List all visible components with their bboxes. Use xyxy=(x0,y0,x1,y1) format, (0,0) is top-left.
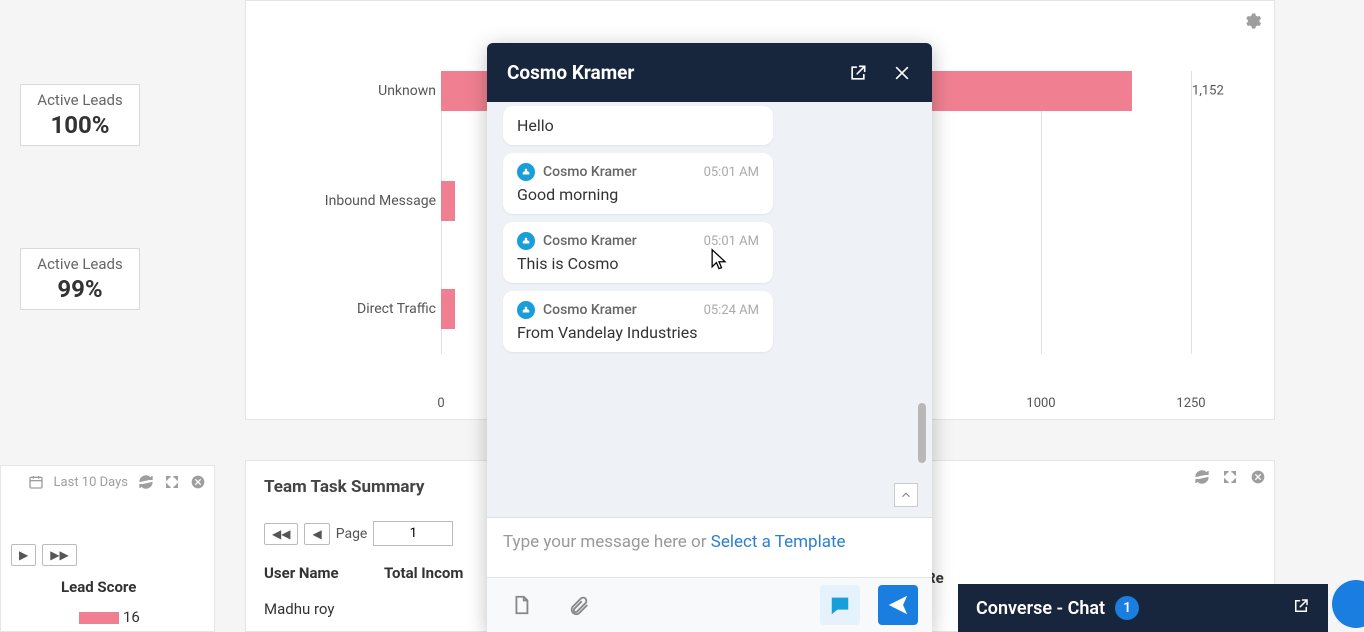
x-tick: 0 xyxy=(437,396,444,411)
message-text: Hello xyxy=(517,116,759,135)
close-icon[interactable] xyxy=(1250,469,1266,485)
col-user: User Name xyxy=(264,560,384,586)
cell-user: Madhu roy xyxy=(264,596,384,622)
legend-swatch xyxy=(79,612,119,624)
scrollbar[interactable] xyxy=(918,403,926,463)
kpi-label: Active Leads xyxy=(31,91,129,109)
card-toolbar: Last 10 Days xyxy=(28,474,206,490)
chat-actions xyxy=(487,577,932,632)
attachment-icon[interactable] xyxy=(559,585,599,625)
message-sender: Cosmo Kramer xyxy=(543,233,637,249)
avatar-icon xyxy=(517,163,535,181)
refresh-icon[interactable] xyxy=(1194,469,1210,485)
x-tick: 1250 xyxy=(1176,396,1205,411)
kpi-label: Active Leads xyxy=(31,255,129,273)
chat-input[interactable]: Type your message here or Select a Templ… xyxy=(487,517,932,577)
chat-message: Cosmo Kramer 05:24 AM From Vandelay Indu… xyxy=(503,291,773,352)
leadscore-legend: 16 xyxy=(79,608,140,626)
converse-bar[interactable]: Converse - Chat 1 xyxy=(958,584,1328,632)
chart-category: Direct Traffic xyxy=(256,301,436,317)
popout-icon[interactable] xyxy=(1292,597,1310,620)
avatar-icon xyxy=(517,301,535,319)
kpi-active-leads-1: Active Leads 100% xyxy=(20,84,140,146)
nav-buttons: ▶ ▶▶ xyxy=(11,544,77,566)
chat-message: Cosmo Kramer 05:01 AM This is Cosmo xyxy=(503,222,773,283)
kpi-value: 100% xyxy=(31,111,129,139)
select-template-link[interactable]: Select a Template xyxy=(711,532,846,552)
chat-bubble-icon[interactable] xyxy=(820,585,860,625)
gridline xyxy=(1191,71,1192,354)
chat-message: Hello xyxy=(503,106,773,145)
gridline xyxy=(1041,71,1042,354)
page-first-button[interactable]: ◀◀ xyxy=(264,523,298,545)
message-sender: Cosmo Kramer xyxy=(543,302,637,318)
popout-icon[interactable] xyxy=(848,63,868,83)
message-text: Good morning xyxy=(517,185,759,204)
cursor-icon xyxy=(710,248,728,276)
page-input[interactable] xyxy=(373,521,453,546)
avatar-icon xyxy=(517,232,535,250)
chart-category: Unknown xyxy=(256,83,436,99)
x-tick: 1000 xyxy=(1026,396,1055,411)
calendar-icon[interactable] xyxy=(28,474,44,490)
chat-title: Cosmo Kramer xyxy=(507,61,634,84)
close-icon[interactable] xyxy=(190,474,206,490)
converse-badge: 1 xyxy=(1115,596,1139,620)
chart-bar xyxy=(441,181,455,221)
message-time: 05:24 AM xyxy=(704,303,759,318)
kpi-value: 99% xyxy=(31,275,129,303)
page-label: Page xyxy=(336,526,368,542)
chart-category: Inbound Message xyxy=(256,193,436,209)
message-time: 05:01 AM xyxy=(704,234,759,249)
date-range-label[interactable]: Last 10 Days xyxy=(54,475,128,490)
message-time: 05:01 AM xyxy=(704,165,759,180)
page-prev-button[interactable]: ◀ xyxy=(304,523,329,545)
refresh-icon[interactable] xyxy=(138,474,154,490)
leadscore-title: Lead Score xyxy=(61,578,136,596)
send-button[interactable] xyxy=(878,585,918,625)
expand-icon[interactable] xyxy=(164,474,180,490)
message-text: From Vandelay Industries xyxy=(517,323,759,342)
card-toolbar xyxy=(1194,469,1266,485)
kpi-active-leads-2: Active Leads 99% xyxy=(20,248,140,310)
chart-value-label: 1,152 xyxy=(1192,84,1224,99)
chat-header: Cosmo Kramer xyxy=(487,43,932,102)
nav-fast-forward-button[interactable]: ▶▶ xyxy=(42,544,76,566)
fab-button[interactable] xyxy=(1332,580,1364,628)
message-sender: Cosmo Kramer xyxy=(543,164,637,180)
converse-label: Converse - Chat xyxy=(976,598,1105,619)
leadscore-card: Last 10 Days ▶ ▶▶ Lead Score 16 xyxy=(0,465,215,632)
close-icon[interactable] xyxy=(892,63,912,83)
chat-message: Cosmo Kramer 05:01 AM Good morning xyxy=(503,153,773,214)
chat-body[interactable]: Hello Cosmo Kramer 05:01 AM Good morning… xyxy=(487,102,932,517)
scroll-up-button[interactable] xyxy=(894,483,918,507)
expand-icon[interactable] xyxy=(1222,469,1238,485)
file-icon[interactable] xyxy=(501,585,541,625)
gear-icon[interactable] xyxy=(1242,11,1262,35)
input-placeholder-text: Type your message here or xyxy=(503,532,711,552)
legend-value: 16 xyxy=(123,608,140,626)
chat-popup: Cosmo Kramer Hello Cosmo Kramer 05:01 AM… xyxy=(487,43,932,632)
nav-next-button[interactable]: ▶ xyxy=(11,544,36,566)
chart-bar xyxy=(441,289,455,329)
